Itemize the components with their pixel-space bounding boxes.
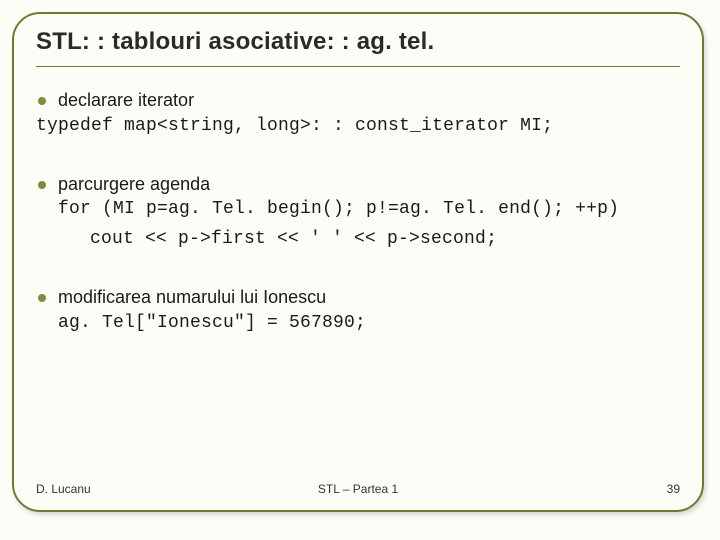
code-typedef: typedef map<string, long>: : const_itera…	[36, 115, 680, 139]
title-row: STL: : tablouri asociative: : ag. tel.	[36, 28, 680, 67]
bullet-modify-number: modificarea numarului lui Ionescu ag. Te…	[36, 286, 680, 336]
bullet-lead: declarare iterator	[58, 89, 680, 113]
code-for-loop: for (MI p=ag. Tel. begin(); p!=ag. Tel. …	[58, 198, 680, 222]
code-cout: cout << p->first << ' ' << p->second;	[90, 228, 680, 252]
list-item: modificarea numarului lui Ionescu	[36, 286, 680, 310]
code-assign: ag. Tel["Ionescu"] = 567890;	[58, 312, 680, 336]
bullet-dot-icon	[38, 294, 46, 302]
slide-card: STL: : tablouri asociative: : ag. tel. d…	[12, 12, 704, 512]
list-item: declarare iterator	[36, 89, 680, 113]
footer-page-number: 39	[667, 482, 680, 496]
slide-body: declarare iterator typedef map<string, l…	[36, 89, 680, 335]
bullet-dot-icon	[38, 97, 46, 105]
slide-footer: D. Lucanu STL – Partea 1 39	[36, 482, 680, 496]
bullet-dot-icon	[38, 181, 46, 189]
list-item: parcurgere agenda	[36, 173, 680, 197]
bullet-lead: parcurgere agenda	[58, 173, 680, 197]
bullet-lead: modificarea numarului lui Ionescu	[58, 286, 680, 310]
bullet-iterate-agenda: parcurgere agenda for (MI p=ag. Tel. beg…	[36, 173, 680, 252]
footer-author: D. Lucanu	[36, 482, 91, 496]
footer-center: STL – Partea 1	[318, 482, 398, 496]
bullet-declare-iterator: declarare iterator typedef map<string, l…	[36, 89, 680, 139]
slide-title: STL: : tablouri asociative: : ag. tel.	[36, 28, 434, 56]
